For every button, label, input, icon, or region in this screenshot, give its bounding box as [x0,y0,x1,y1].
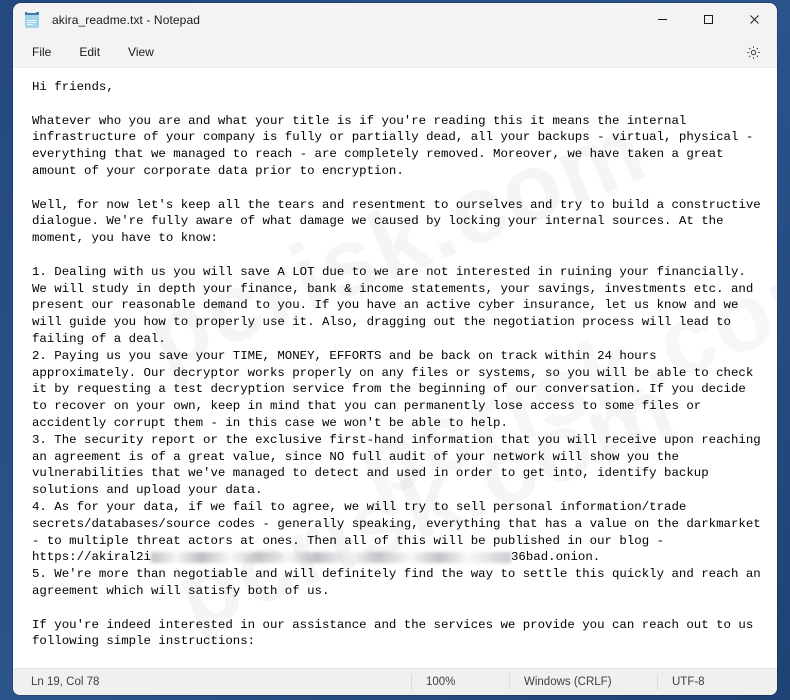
document-line: 4. As for your data, if we fail to agree… [32,499,769,548]
document-line: 5. We're more than negotiable and will d… [32,567,769,598]
gear-icon [746,45,760,59]
redacted-block [150,551,511,563]
window-controls [639,3,777,36]
cursor-position: Ln 19, Col 78 [31,676,100,688]
document-line: 3. The security report or the exclusive … [32,432,769,498]
maximize-icon [703,15,713,24]
close-icon [749,15,759,24]
close-button[interactable] [731,3,777,36]
menu-bar: File Edit View [13,36,777,67]
document-text[interactable]: Hi friends, Whatever who you are and wha… [13,68,777,668]
title-bar[interactable]: akira_readme.txt - Notepad [13,3,777,36]
maximize-button[interactable] [685,3,731,36]
document-line: Whatever who you are and what your title… [32,113,761,178]
notepad-window: akira_readme.txt - Notepad File Edit Vie… [13,3,777,695]
status-bar: Ln 19, Col 78 100% Windows (CRLF) UTF-8 [13,668,777,695]
window-title: akira_readme.txt - Notepad [52,12,201,27]
line-endings[interactable]: Windows (CRLF) [509,674,657,690]
document-line: 2. Paying us you save your TIME, MONEY, … [32,348,761,430]
editor-area[interactable]: pcrisk.com pcrisk.com pcrisk.com Hi frie… [13,67,777,668]
document-line: If you're indeed interested in our assis… [32,617,761,649]
document-line: 1. Dealing with us you will save A LOT d… [32,264,761,346]
menu-view[interactable]: View [117,41,165,63]
minimize-button[interactable] [639,3,685,36]
document-line: Well, for now let's keep all the tears a… [32,197,769,246]
menu-file[interactable]: File [21,41,62,63]
notepad-icon [24,11,40,28]
document-line: 1. Install TOR Browser to get access to … [32,667,763,669]
encoding[interactable]: UTF-8 [657,674,777,690]
line-suffix: 36bad.onion. [510,550,601,565]
menu-edit[interactable]: Edit [68,41,111,63]
document-line: Hi friends, [32,80,114,94]
zoom-level[interactable]: 100% [411,674,509,690]
settings-button[interactable] [741,40,765,64]
minimize-icon [657,19,667,20]
document-line: https://akiral2i 36bad.onion. [32,549,763,566]
line-prefix: https://akiral2i [32,550,151,565]
